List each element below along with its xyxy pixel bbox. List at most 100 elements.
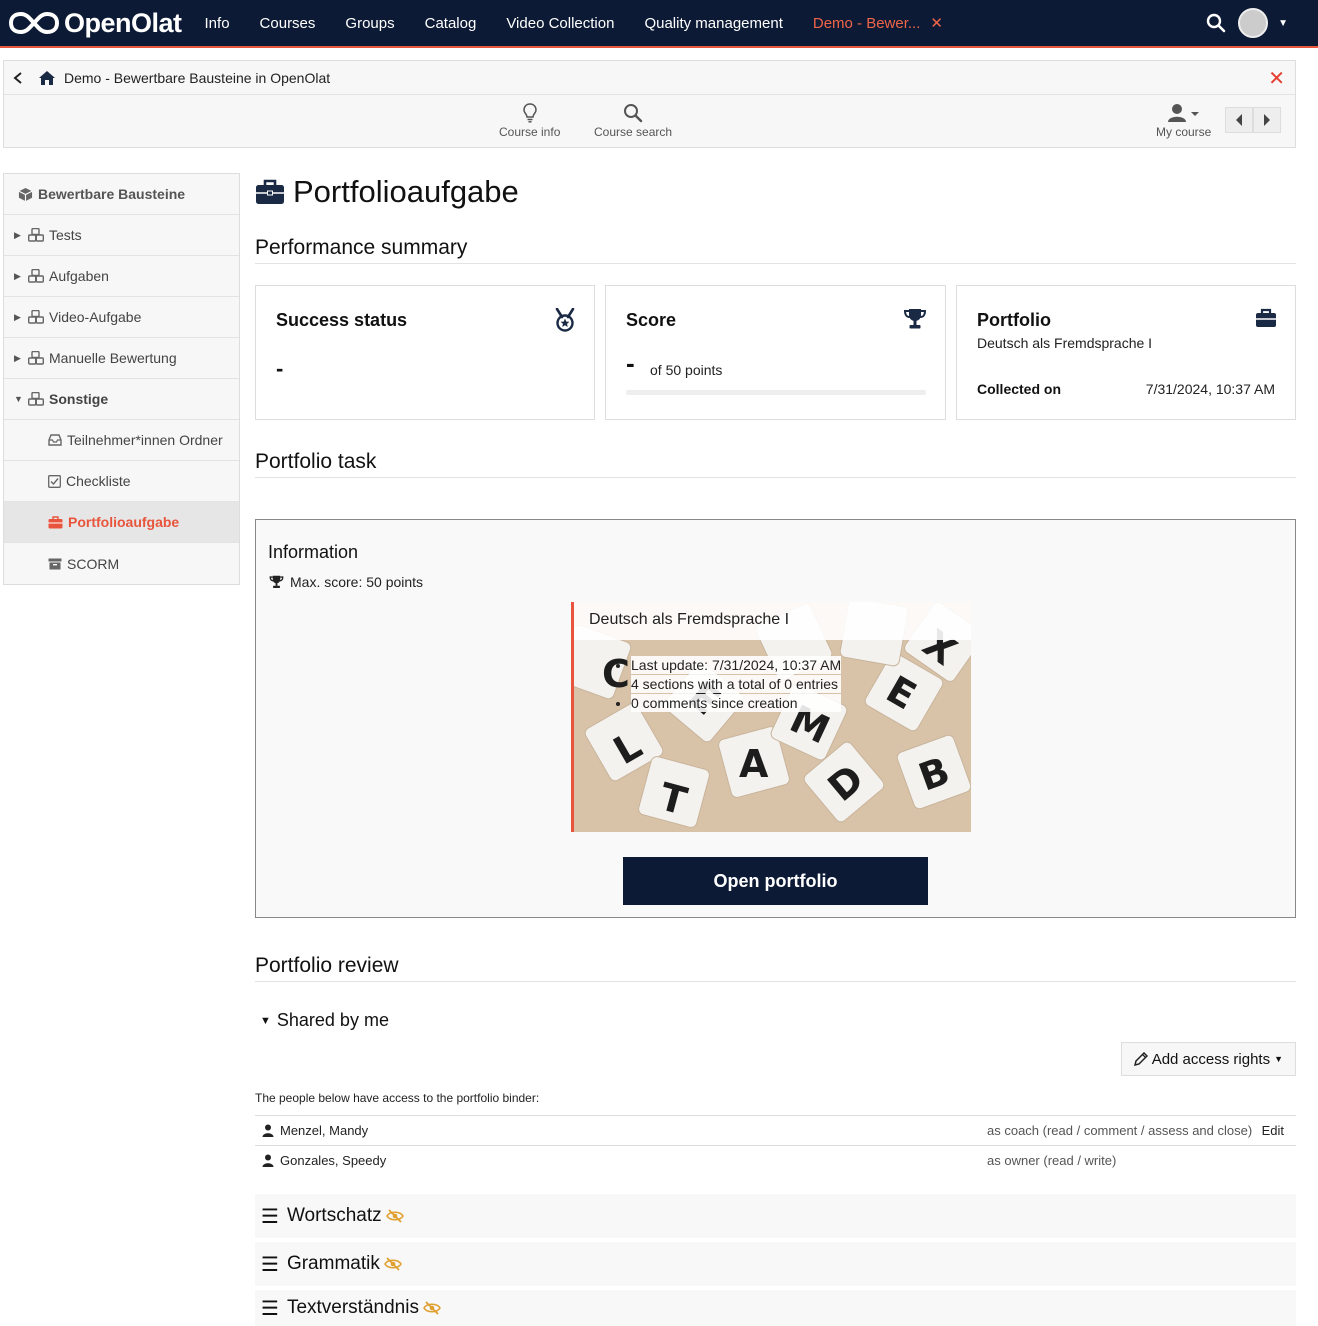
section-textverstaendnis[interactable]: ☰ Textverständnis	[255, 1290, 1296, 1326]
sidebar-item-checkliste[interactable]: Checkliste	[4, 461, 239, 502]
course-search-button[interactable]: Course search	[594, 101, 672, 139]
home-icon[interactable]	[38, 70, 56, 86]
checkbox-icon	[48, 474, 61, 488]
sidebar-item-tests[interactable]: ▶ Tests	[4, 215, 239, 256]
performance-cards: Success status - Score - of 50 points Po…	[255, 285, 1296, 420]
sidebar-item-teilnehmer-ordner[interactable]: Teilnehmer*innen Ordner	[4, 420, 239, 461]
openolat-logo[interactable]: OpenOlat	[8, 8, 182, 39]
my-course-button[interactable]: My course	[1156, 101, 1211, 139]
binder-last-update: Last update: 7/31/2024, 10:37 AM	[631, 656, 842, 674]
user-menu-chevron-down-icon[interactable]: ▼	[1278, 18, 1288, 29]
add-access-rights-label: Add access rights	[1151, 1050, 1271, 1068]
section-title: Wortschatz	[286, 1205, 382, 1226]
table-row: Menzel, Mandy as coach (read / comment /…	[255, 1115, 1296, 1145]
sidebar-item-video-aufgabe[interactable]: ▶ Video-Aufgabe	[4, 297, 239, 338]
access-user-name: Menzel, Mandy	[280, 1123, 369, 1138]
score-card: Score - of 50 points	[605, 285, 946, 420]
sidebar-item-label: Sonstige	[49, 391, 109, 407]
shared-by-me-toggle[interactable]: ▼ Shared by me	[260, 1010, 389, 1031]
briefcase-icon	[1255, 308, 1277, 331]
eye-slash-icon	[383, 1257, 402, 1271]
max-score-text: Max. score: 50 points	[290, 574, 424, 590]
expand-caret-icon[interactable]: ▶	[14, 271, 24, 282]
nav-video-collection[interactable]: Video Collection	[491, 15, 629, 32]
lightbulb-icon	[522, 103, 537, 123]
my-course-label: My course	[1156, 125, 1212, 139]
cubes-icon	[28, 269, 44, 283]
course-info-label: Course info	[499, 125, 561, 139]
nav-courses[interactable]: Courses	[245, 15, 331, 32]
information-heading: Information	[268, 542, 359, 562]
nav-info[interactable]: Info	[190, 15, 245, 32]
page-title-text: Portfolioaufgabe	[293, 174, 519, 209]
sidebar-item-sonstige[interactable]: ▼ Sonstige	[4, 379, 239, 420]
open-portfolio-button[interactable]: Open portfolio	[623, 857, 928, 905]
sidebar-item-label: Teilnehmer*innen Ordner	[67, 432, 223, 448]
sidebar-item-label: SCORM	[67, 555, 120, 572]
section-grammatik[interactable]: ☰ Grammatik	[255, 1242, 1296, 1286]
course-search-label: Course search	[594, 125, 673, 139]
brand-name: OpenOlat	[64, 7, 182, 38]
sidebar-item-portfolioaufgabe[interactable]: Portfolioaufgabe	[4, 502, 239, 543]
previous-node-icon[interactable]	[1225, 107, 1253, 133]
portfolio-review-heading: Portfolio review	[255, 954, 1296, 982]
sidebar-item-root[interactable]: Bewertbare Bausteine	[4, 174, 239, 215]
section-title: Textverständnis	[286, 1297, 419, 1318]
top-navigation: OpenOlat Info Courses Groups Catalog Vid…	[0, 0, 1318, 48]
sidebar-item-label: Portfolioaufgabe	[68, 514, 180, 530]
binder-comments-count: 0 comments since creation	[631, 694, 842, 712]
performance-summary-heading: Performance summary	[255, 236, 1296, 264]
sidebar-item-label: Aufgaben	[49, 268, 109, 284]
close-course-icon[interactable]: ✕	[1268, 66, 1285, 91]
hamburger-icon: ☰	[261, 1297, 279, 1320]
expand-caret-icon[interactable]: ▶	[14, 353, 24, 364]
sidebar-item-manuelle-bewertung[interactable]: ▶ Manuelle Bewertung	[4, 338, 239, 379]
eye-slash-icon	[385, 1209, 404, 1223]
search-icon[interactable]	[1206, 13, 1226, 33]
score-suffix: of 50 points	[650, 362, 723, 378]
collapse-caret-icon[interactable]: ▼	[14, 394, 24, 404]
breadcrumb-course-title[interactable]: Demo - Bewertbare Bausteine in OpenOlat	[64, 70, 330, 86]
sidebar-item-label: Manuelle Bewertung	[49, 350, 177, 366]
next-node-icon[interactable]	[1253, 107, 1281, 133]
portfolio-task-box: Information Max. score: 50 points C L A …	[255, 519, 1296, 918]
sidebar-item-label: Tests	[49, 227, 82, 243]
close-tab-icon[interactable]: ✕	[930, 14, 943, 32]
user-avatar[interactable]	[1238, 8, 1269, 38]
back-chevron-icon[interactable]	[12, 71, 24, 85]
section-wortschatz[interactable]: ☰ Wortschatz	[255, 1194, 1296, 1238]
shared-by-me-label: Shared by me	[276, 1010, 389, 1030]
section-title: Grammatik	[286, 1253, 380, 1274]
nav-quality-management[interactable]: Quality management	[629, 15, 797, 32]
score-progress-bar	[626, 390, 926, 395]
sidebar-item-scorm[interactable]: SCORM	[4, 543, 239, 584]
binder-title: Deutsch als Fremdsprache I	[574, 602, 971, 640]
table-row: Gonzales, Speedy as owner (read / write)	[255, 1145, 1296, 1175]
course-menu: Bewertbare Bausteine ▶ Tests ▶ Aufgaben …	[3, 173, 240, 585]
nav-catalog[interactable]: Catalog	[410, 15, 492, 32]
binder-sections-count: 4 sections with a total of 0 entries	[631, 675, 842, 693]
sidebar-item-aufgaben[interactable]: ▶ Aufgaben	[4, 256, 239, 297]
expand-caret-icon[interactable]: ▶	[14, 312, 24, 323]
score-title: Score	[626, 310, 677, 330]
portfolio-card: Portfolio Deutsch als Fremdsprache I Col…	[956, 285, 1296, 420]
cubes-icon	[28, 310, 44, 324]
nav-active-course-tab[interactable]: Demo - Bewer... ✕	[798, 14, 958, 33]
course-info-button[interactable]: Course info	[499, 101, 560, 139]
svg-text:A: A	[739, 742, 769, 786]
portfolio-card-title: Portfolio	[977, 310, 1051, 330]
portfolio-binder-card[interactable]: C L E A M D E B X T Deutsch als Fremdspr…	[571, 602, 971, 832]
briefcase-icon	[256, 179, 284, 204]
trophy-icon	[269, 575, 284, 588]
nav-groups[interactable]: Groups	[330, 15, 409, 32]
access-role: as owner (read / write)	[987, 1153, 1117, 1168]
edit-access-link[interactable]: Edit	[1262, 1123, 1284, 1138]
sidebar-item-label: Video-Aufgabe	[49, 309, 142, 325]
expand-caret-icon[interactable]: ▶	[14, 230, 24, 241]
success-status-title: Success status	[276, 310, 408, 330]
access-intro: The people below have access to the port…	[255, 1091, 540, 1105]
sidebar-item-label: Checkliste	[66, 473, 131, 489]
add-access-rights-button[interactable]: Add access rights ▼	[1120, 1042, 1296, 1076]
course-cube-icon	[18, 187, 33, 202]
eye-slash-icon	[423, 1301, 441, 1315]
